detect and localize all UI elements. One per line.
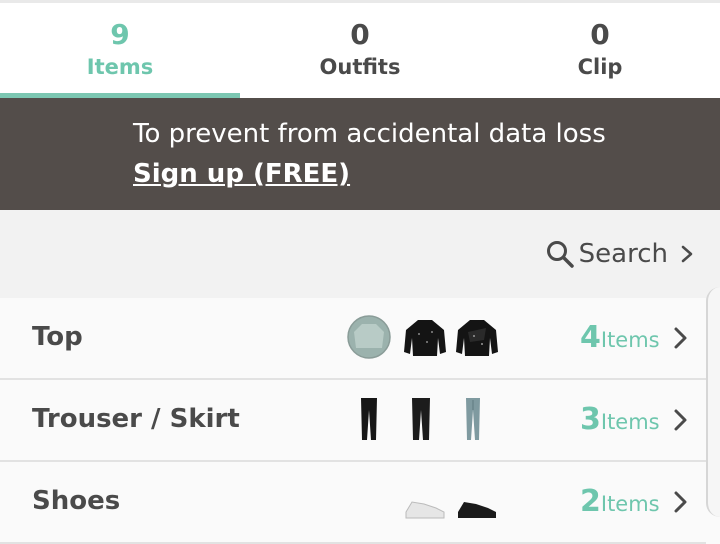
item-count: 3Items (580, 404, 660, 436)
category-name: Trouser / Skirt (32, 404, 240, 434)
signup-link[interactable]: Sign up (FREE) (133, 158, 350, 190)
item-count-unit: Items (600, 410, 660, 434)
thumbnail-group (346, 478, 496, 526)
search-label: Search (578, 239, 668, 269)
search-icon (546, 241, 574, 268)
chevron-right-icon (674, 491, 687, 513)
black-top-thumbnail (456, 320, 498, 356)
item-count: 2Items (580, 486, 660, 518)
category-row-top[interactable]: Top 4Items (0, 298, 706, 380)
tab-outfits[interactable]: 0 Outfits (240, 3, 480, 98)
tab-outfits-count: 0 (350, 18, 370, 51)
tab-clip-label: Clip (577, 55, 623, 79)
thumbnail-group (346, 396, 496, 444)
search-button[interactable]: Search (545, 234, 694, 274)
tab-items[interactable]: 9 Items (0, 3, 240, 98)
category-list: Top 4Items Trouser / Skirt 3Items Shoes … (0, 298, 706, 544)
black-trousers-thumbnail (412, 398, 430, 440)
item-count-unit: Items (600, 492, 660, 516)
tab-outfits-label: Outfits (319, 55, 401, 79)
signup-banner: To prevent from accidental data loss Sig… (0, 98, 720, 210)
search-bar: Search (0, 210, 720, 298)
sweater-thumbnail (347, 315, 391, 359)
item-count-number: 2 (580, 484, 601, 519)
tab-items-count: 9 (110, 18, 130, 51)
category-row-trouser-skirt[interactable]: Trouser / Skirt 3Items (0, 380, 706, 462)
item-count: 4Items (580, 322, 660, 354)
tab-items-label: Items (86, 55, 154, 79)
item-count-unit: Items (600, 328, 660, 352)
black-trousers-thumbnail (361, 398, 377, 440)
jeans-thumbnail (466, 398, 480, 440)
white-sneaker-thumbnail (405, 501, 445, 519)
banner-message: To prevent from accidental data loss (133, 119, 606, 149)
scrollbar[interactable] (706, 287, 720, 517)
tab-clip[interactable]: 0 Clip (480, 3, 720, 98)
category-row-shoes[interactable]: Shoes 2Items (0, 462, 706, 544)
tab-clip-count: 0 (590, 18, 610, 51)
chevron-right-icon (681, 245, 693, 263)
category-name: Top (32, 322, 83, 352)
chevron-right-icon (674, 327, 687, 349)
black-sneaker-thumbnail (458, 502, 496, 518)
chevron-right-icon (674, 409, 687, 431)
black-top-thumbnail (404, 320, 446, 356)
category-name: Shoes (32, 486, 121, 516)
thumbnail-group (346, 314, 498, 362)
tab-bar: 9 Items 0 Outfits 0 Clip (0, 3, 720, 98)
item-count-number: 3 (580, 402, 601, 437)
item-count-number: 4 (580, 320, 601, 355)
